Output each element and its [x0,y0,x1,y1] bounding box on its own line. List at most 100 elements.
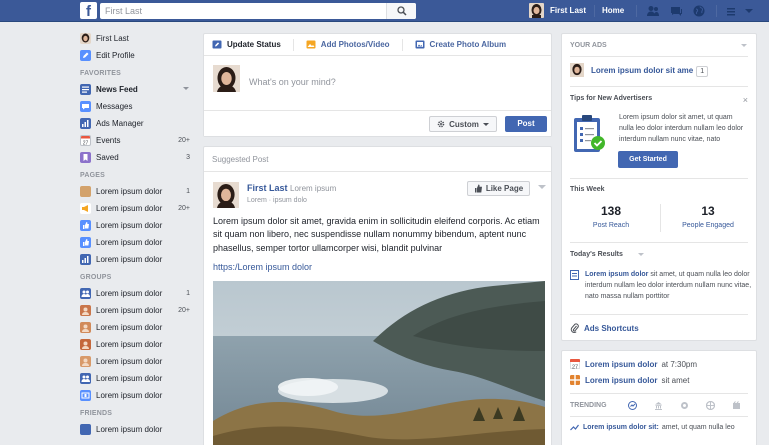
post-text: Lorem ipsum dolor sit amet, gravida enim… [213,216,540,253]
profile-name-link[interactable]: First Last [550,6,586,15]
post-author-avatar[interactable] [213,182,239,208]
group-thumbnail-icon [80,339,91,350]
sidebar-item-group[interactable]: Lorem ipsum dolor [80,319,195,336]
privacy-selector[interactable]: Custom [429,116,497,132]
sidebar-item-group[interactable]: Lorem ipsum dolor [80,336,195,353]
event-title[interactable]: Lorem ipsum dolor [585,360,657,369]
sidebar-item-label: First Last [96,34,129,43]
event-row[interactable]: Lorem ipsum dolor sit amet [570,375,689,385]
event-detail: at 7:30pm [661,359,698,369]
post-reach-link[interactable]: Post Reach [566,222,656,229]
sidebar-item-edit-profile[interactable]: Edit Profile [80,47,195,64]
event-detail: sit amet [661,375,690,385]
trending-item[interactable]: Lorem ipsum dolor sit: amet, ut quam null… [570,424,735,431]
notifications-globe-icon[interactable] [692,4,706,18]
sidebar-item-label: Lorem ipsum dolor [96,238,163,247]
trending-entertainment-icon[interactable] [732,401,741,410]
tab-create-album[interactable]: Create Photo Album [415,40,507,49]
trending-top-icon[interactable] [628,401,637,410]
chevron-down-icon[interactable] [183,87,189,90]
sidebar-item-group[interactable]: Lorem ipsum dolor [80,353,195,370]
facebook-logo[interactable]: f [80,2,97,19]
profile-avatar [80,33,91,44]
trending-sports-icon[interactable] [706,401,715,410]
post-photo[interactable] [213,281,545,445]
sidebar-item-group[interactable]: Lorem ipsum dolor 1 [80,285,195,302]
sidebar-item-group[interactable]: Lorem ipsum dolor [80,370,195,387]
get-started-button[interactable]: Get Started [618,151,678,168]
group-thumbnail-icon [80,356,91,367]
sidebar-item-page[interactable]: Lorem ipsum dolor [80,234,195,251]
author-name[interactable]: First Last [247,183,288,193]
calendar-icon: 27 [570,359,580,369]
sidebar-item-group[interactable]: Lorem ipsum dolor 20+ [80,302,195,319]
sidebar-item-news-feed[interactable]: News Feed [80,81,195,98]
composer-body[interactable]: What's on your mind? [204,56,551,112]
bookmark-icon [80,152,91,163]
ads-shortcuts-link[interactable]: Ads Shortcuts [570,323,639,333]
groups-heading: GROUPS [80,274,112,281]
post-author[interactable]: First Last Lorem ipsum [247,183,336,193]
group-thumbnail-icon [80,305,91,316]
profile-avatar[interactable] [529,3,544,18]
post-link[interactable]: https:/Lorem ipsum dolor [213,262,312,272]
search-input[interactable] [100,3,380,19]
event-title[interactable]: Lorem ipsum dolor [585,376,657,385]
trending-politics-icon[interactable] [654,401,663,410]
search-button[interactable] [386,3,416,19]
events-trending-panel: 27 Lorem ipsum dolor at 7:30pm Lorem ipsu… [561,350,757,445]
sidebar-item-friend[interactable]: Lorem ipsum dolor [80,421,195,438]
sidebar-item-label: Ads Manager [96,119,144,128]
status-input[interactable]: What's on your mind? [249,77,336,87]
sidebar-item-label: Events [96,136,121,145]
trending-science-icon[interactable] [680,401,689,410]
sidebar-item-ads-manager[interactable]: Ads Manager [80,115,195,132]
sidebar-item-profile[interactable]: First Last [80,30,195,47]
trend-title[interactable]: Lorem ipsum dolor sit: [583,424,659,431]
your-ads-heading: YOUR ADS [570,42,607,49]
post-button[interactable]: Post [505,116,547,132]
account-menu-icon[interactable] [742,4,756,18]
divider [716,5,717,17]
favorites-heading: FAVORITES [80,70,121,77]
like-page-button[interactable]: Like Page [467,181,530,196]
tab-label: Update Status [227,40,281,49]
results-title[interactable]: Lorem ipsum dolor [585,271,648,278]
this-week-heading: This Week [570,186,605,193]
friend-requests-icon[interactable] [646,4,660,18]
composer-avatar [213,65,240,92]
privacy-shortcuts-icon[interactable] [725,4,739,18]
tab-add-photos[interactable]: Add Photos/Video [306,38,403,51]
pencil-icon [212,40,222,49]
sidebar-item-label: Lorem ipsum dolor [96,306,163,315]
close-icon[interactable]: × [743,95,748,105]
sidebar-item-events[interactable]: 27 Events 20+ [80,132,195,149]
count-badge: 20+ [178,137,190,144]
sidebar-item-label: Lorem ipsum dolor [96,391,163,400]
sidebar-item-page[interactable]: Lorem ipsum dolor [80,251,195,268]
sidebar-item-saved[interactable]: Saved 3 [80,149,195,166]
messages-icon [80,101,91,112]
event-row[interactable]: 27 Lorem ipsum dolor at 7:30pm [570,359,697,369]
suggested-post: Suggested Post First Last Lorem ipsum Lo… [203,146,552,445]
people-engaged-link[interactable]: People Engaged [663,222,753,229]
sidebar-item-group[interactable]: Lorem ipsum dolor [80,387,195,404]
sidebar-item-messages[interactable]: Messages [80,98,195,115]
divider [570,86,748,87]
top-bar: f First Last Home [0,0,769,22]
sidebar-item-page[interactable]: Lorem ipsum dolor [80,217,195,234]
gift-icon [570,375,580,385]
people-engaged-value: 13 [701,204,715,218]
clipboard-check-icon [574,115,605,152]
chevron-down-icon[interactable] [638,253,644,256]
sidebar-item-page[interactable]: Lorem ipsum dolor 1 [80,183,195,200]
chevron-down-icon[interactable] [741,44,747,47]
tab-update-status[interactable]: Update Status [212,38,294,51]
sidebar-item-label: Lorem ipsum dolor [96,221,163,230]
ad-title-link[interactable]: Lorem ipsum dolor sit ame 1 [591,66,709,77]
home-link[interactable]: Home [602,6,624,15]
sidebar-item-page[interactable]: Lorem ipsum dolor 20+ [80,200,195,217]
chevron-down-icon[interactable] [538,185,546,189]
messages-icon[interactable] [669,4,683,18]
tab-label: Create Photo Album [429,40,507,49]
